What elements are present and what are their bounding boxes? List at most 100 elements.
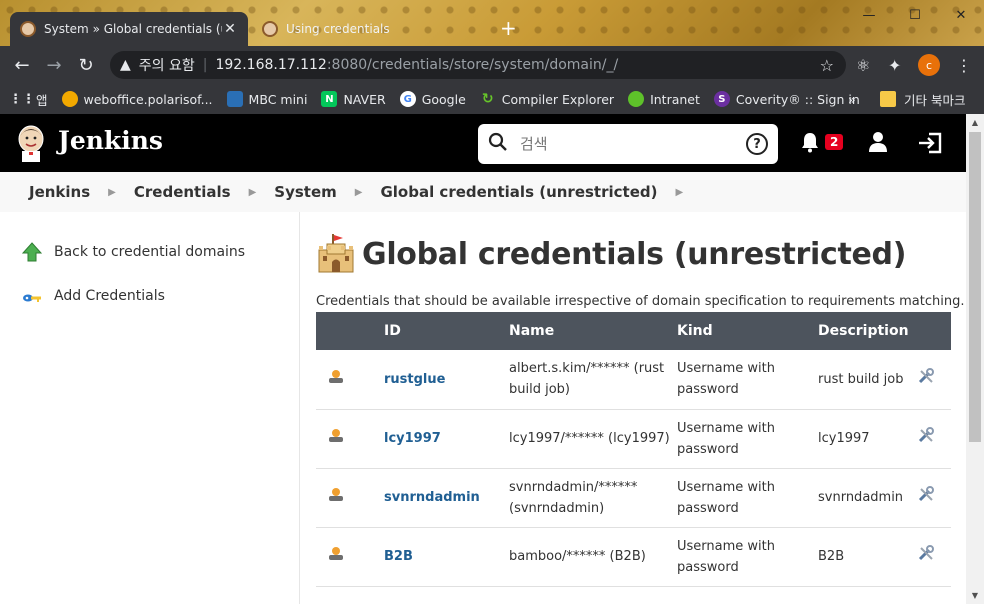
reload-icon[interactable]: ↻ bbox=[70, 55, 102, 76]
credential-name: svnrndadmin/****** (svnrndadmin) bbox=[509, 468, 677, 528]
bookmark-mbc[interactable]: MBC mini bbox=[226, 91, 307, 107]
tab-title: Using credentials bbox=[286, 22, 390, 36]
credential-name: bamboo/****** (B2B) bbox=[509, 527, 677, 587]
profile-avatar[interactable]: c bbox=[918, 54, 940, 76]
configure-tools-icon[interactable] bbox=[918, 427, 934, 443]
page-title: Global credentials (unrestricted) bbox=[362, 236, 907, 272]
header-description[interactable]: Description bbox=[818, 312, 918, 350]
tab-title: System » Global credentials (un bbox=[44, 22, 222, 36]
sidebar-item-add-credentials[interactable]: Add Credentials bbox=[22, 286, 165, 306]
credential-name: albert.s.kim/****** (rust build job) bbox=[509, 350, 677, 410]
credential-icon-cell bbox=[316, 350, 384, 410]
table-row: B2B bamboo/****** (B2B) Username with pa… bbox=[316, 527, 951, 587]
user-credential-icon bbox=[329, 547, 343, 560]
new-tab-icon[interactable]: + bbox=[500, 18, 517, 38]
forward-icon[interactable]: → bbox=[38, 55, 70, 76]
search-box[interactable]: ? bbox=[478, 124, 778, 164]
logout-icon[interactable] bbox=[917, 132, 943, 154]
chevron-right-icon[interactable]: ▶ bbox=[675, 187, 683, 198]
breadcrumb-system[interactable]: System bbox=[274, 183, 336, 201]
bookmark-intranet[interactable]: Intranet bbox=[628, 91, 700, 107]
bookmark-star-icon[interactable]: ☆ bbox=[820, 56, 834, 75]
bell-icon[interactable] bbox=[800, 131, 820, 153]
scroll-down-icon[interactable]: ▼ bbox=[966, 591, 984, 600]
security-label[interactable]: 주의 요함 bbox=[139, 55, 195, 75]
chevron-right-icon[interactable]: ▶ bbox=[249, 187, 257, 198]
search-input[interactable] bbox=[520, 135, 746, 153]
bookmarks-bar: ⋮⋮ 앱 weboffice.polarisof... MBC mini N N… bbox=[0, 84, 984, 114]
configure-tools-icon[interactable] bbox=[918, 545, 934, 561]
help-icon[interactable]: ? bbox=[746, 133, 768, 155]
close-tab-icon[interactable]: ✕ bbox=[222, 21, 238, 37]
chevron-right-icon[interactable]: ▶ bbox=[355, 187, 363, 198]
header-actions-col bbox=[918, 312, 951, 350]
breadcrumb-global-credentials[interactable]: Global credentials (unrestricted) bbox=[380, 183, 657, 201]
bookmark-label: Google bbox=[421, 91, 466, 107]
tab-strip: System » Global credentials (un ✕ Using … bbox=[0, 0, 984, 46]
credential-id-link[interactable]: B2B bbox=[384, 549, 413, 564]
minimize-icon[interactable]: — bbox=[846, 4, 892, 26]
table-row: lcy1997 lcy1997/****** (lcy1997) Usernam… bbox=[316, 409, 951, 469]
header-icon-col bbox=[316, 312, 384, 350]
back-icon[interactable]: ← bbox=[6, 55, 38, 76]
credentials-table: ID Name Kind Description rustglue albert… bbox=[316, 312, 951, 587]
scroll-up-icon[interactable]: ▲ bbox=[966, 118, 984, 127]
header-kind[interactable]: Kind bbox=[677, 312, 818, 350]
jenkins-logo-icon[interactable] bbox=[16, 124, 46, 162]
update-cell bbox=[918, 527, 951, 587]
bookmark-naver[interactable]: N NAVER bbox=[321, 91, 386, 107]
tab-active[interactable]: System » Global credentials (un ✕ bbox=[10, 12, 248, 46]
menu-icon[interactable]: ⋮ bbox=[956, 56, 972, 75]
credential-id-link[interactable]: svnrndadmin bbox=[384, 490, 480, 505]
bookmarks-overflow-icon[interactable]: » bbox=[848, 92, 856, 107]
credential-icon-cell bbox=[316, 409, 384, 469]
page-description: Credentials that should be available irr… bbox=[316, 294, 965, 309]
sidebar-item-back-to-domains[interactable]: Back to credential domains bbox=[22, 242, 245, 262]
table-row: rustglue albert.s.kim/****** (rust build… bbox=[316, 350, 951, 410]
header-id[interactable]: ID bbox=[384, 312, 509, 350]
tab-inactive[interactable]: Using credentials bbox=[252, 12, 492, 46]
google-icon: G bbox=[399, 91, 416, 107]
coverity-icon: S bbox=[713, 91, 730, 107]
credential-kind: Username with password bbox=[677, 409, 818, 469]
credential-id-link[interactable]: rustglue bbox=[384, 372, 445, 387]
chevron-right-icon[interactable]: ▶ bbox=[108, 187, 116, 198]
address-bar[interactable]: ▲ 주의 요함 | 192.168.17.112 :8080/credentia… bbox=[110, 51, 846, 79]
breadcrumb-credentials[interactable]: Credentials bbox=[134, 183, 231, 201]
bookmark-compiler-explorer[interactable]: ↻ Compiler Explorer bbox=[480, 91, 614, 107]
jenkins-title[interactable]: Jenkins bbox=[58, 126, 163, 155]
scrollbar-thumb[interactable] bbox=[969, 132, 981, 442]
credential-id-link[interactable]: lcy1997 bbox=[384, 431, 441, 446]
user-icon[interactable] bbox=[868, 131, 888, 153]
warning-icon[interactable]: ▲ bbox=[120, 57, 131, 73]
bookmark-weboffice[interactable]: weboffice.polarisof... bbox=[61, 91, 213, 107]
up-arrow-icon bbox=[22, 242, 42, 262]
maximize-icon[interactable]: ☐ bbox=[892, 4, 938, 26]
intranet-icon bbox=[628, 91, 645, 107]
page-scrollbar[interactable]: ▲ ▼ bbox=[966, 114, 984, 604]
bookmark-label: NAVER bbox=[343, 91, 386, 107]
close-window-icon[interactable]: ✕ bbox=[938, 4, 984, 26]
update-cell bbox=[918, 350, 951, 410]
jenkins-favicon-icon bbox=[262, 21, 278, 37]
breadcrumb: Jenkins ▶ Credentials ▶ System ▶ Global … bbox=[0, 172, 966, 212]
configure-tools-icon[interactable] bbox=[918, 367, 934, 384]
extensions-icon[interactable]: ✦ bbox=[888, 56, 901, 75]
sidebar: Back to credential domains Add Credentia… bbox=[0, 212, 300, 604]
jenkins-header: Jenkins ? 2 bbox=[0, 114, 966, 172]
credential-description: lcy1997 bbox=[818, 409, 918, 469]
update-cell bbox=[918, 409, 951, 469]
react-devtools-icon[interactable]: ⚛ bbox=[856, 56, 870, 75]
user-credential-icon bbox=[329, 429, 343, 442]
configure-tools-icon[interactable] bbox=[918, 486, 934, 502]
other-bookmarks[interactable]: 기타 북마크 bbox=[880, 90, 965, 109]
notification-badge[interactable]: 2 bbox=[825, 134, 844, 150]
bookmark-label: Compiler Explorer bbox=[501, 91, 615, 107]
bookmark-coverity[interactable]: S Coverity® :: Sign in bbox=[713, 91, 860, 107]
bookmark-google[interactable]: G Google bbox=[399, 91, 466, 107]
header-name[interactable]: Name bbox=[509, 312, 677, 350]
credential-id-cell: B2B bbox=[384, 527, 509, 587]
bookmark-apps[interactable]: ⋮⋮ 앱 bbox=[9, 90, 48, 109]
credential-description: B2B bbox=[818, 527, 918, 587]
breadcrumb-jenkins[interactable]: Jenkins bbox=[29, 183, 90, 201]
